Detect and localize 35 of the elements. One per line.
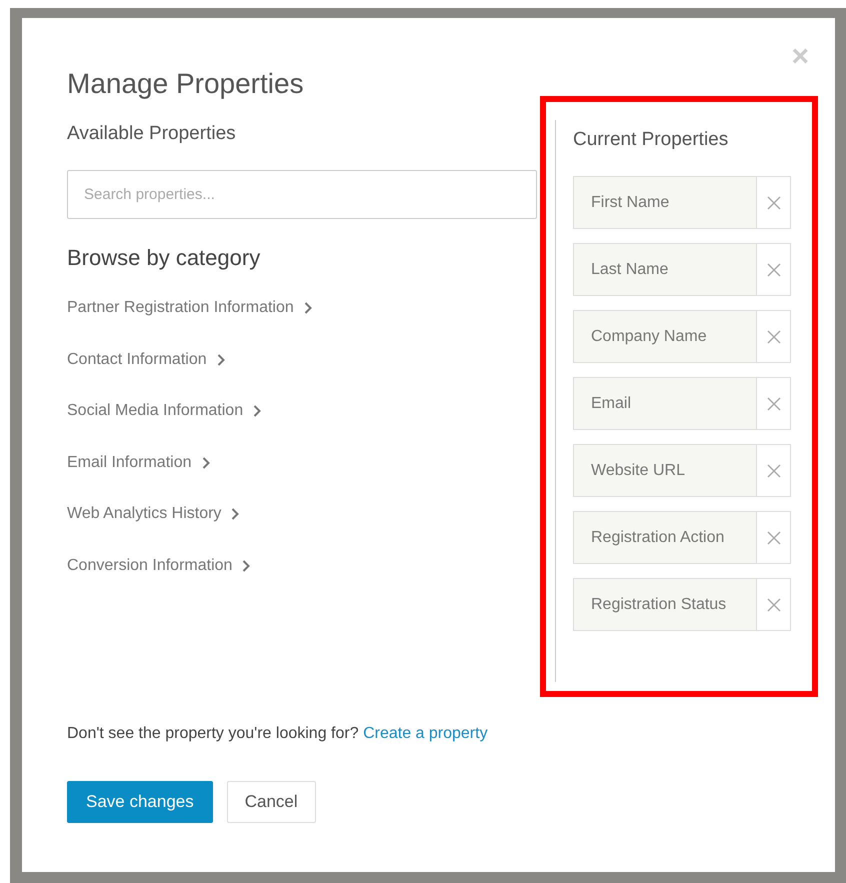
close-icon xyxy=(766,464,780,478)
close-icon xyxy=(766,330,780,344)
chevron-icon xyxy=(304,302,312,314)
chevron-icon xyxy=(231,508,240,520)
property-tag: Website URL xyxy=(574,445,757,496)
close-icon xyxy=(766,396,780,410)
category-link[interactable]: Web Analytics History xyxy=(67,502,240,526)
section-heading: Current Properties xyxy=(573,128,730,152)
property-tag: Email xyxy=(574,378,757,429)
property-tag: Company Name xyxy=(574,311,757,362)
close-icon xyxy=(766,262,780,276)
chevron-icon xyxy=(253,405,262,417)
chevron-icon xyxy=(202,456,210,468)
category-link[interactable]: Conversion Information xyxy=(67,554,250,578)
category-link[interactable]: Contact Information xyxy=(67,348,225,372)
cancel-button[interactable]: Cancel xyxy=(226,781,316,823)
save-button[interactable]: Save changes xyxy=(67,781,213,823)
category-link[interactable]: Email Information xyxy=(67,450,210,474)
property-tag: Last Name xyxy=(574,244,757,295)
close-icon xyxy=(766,598,780,612)
property-tag: First Name xyxy=(574,177,757,228)
dialog-title: Manage Properties xyxy=(67,68,305,100)
create-property-link[interactable]: Create a property xyxy=(363,725,488,742)
chevron-icon xyxy=(242,560,250,572)
search-field[interactable]: Search properties... xyxy=(67,170,537,219)
property-tag: Registration Action xyxy=(574,512,757,563)
section-heading: Browse by category xyxy=(67,244,262,272)
help-text: Don't see the property you're looking for? Create a property xyxy=(67,724,489,744)
chevron-icon xyxy=(216,354,225,366)
section-heading: Available Properties xyxy=(67,122,237,146)
category-link[interactable]: Social Media Information xyxy=(67,399,262,423)
close-icon xyxy=(766,530,780,544)
close-icon xyxy=(766,196,780,210)
category-link[interactable]: Partner Registration Information xyxy=(67,296,312,320)
property-tag: Registration Status xyxy=(574,579,757,630)
